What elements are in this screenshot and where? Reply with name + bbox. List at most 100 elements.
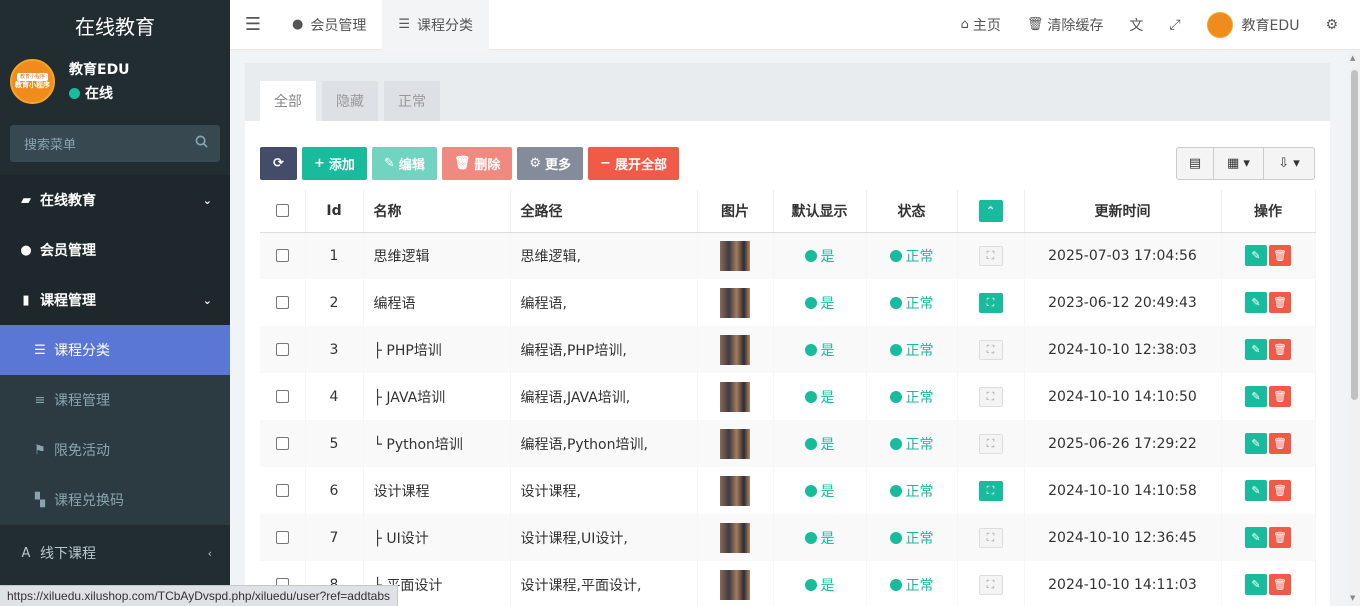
- row-edit-button[interactable]: ✎: [1245, 433, 1267, 454]
- row-delete-button[interactable]: 🗑: [1269, 574, 1291, 595]
- col-updated[interactable]: 更新时间: [1024, 190, 1222, 233]
- category-image[interactable]: [720, 381, 750, 412]
- home-link[interactable]: ⌂ 主页: [948, 0, 1014, 50]
- delete-button[interactable]: 🗑 删除: [441, 147, 513, 180]
- category-image[interactable]: [720, 240, 750, 271]
- cell-default[interactable]: 是: [773, 514, 867, 561]
- sidebar-item-course-mgmt-group[interactable]: ▮ 课程管理 ⌄: [0, 275, 230, 325]
- tab-hidden[interactable]: 隐藏: [322, 81, 378, 121]
- category-image[interactable]: [720, 287, 750, 318]
- select-all-checkbox[interactable]: [275, 204, 289, 218]
- sidebar-item-offline-course[interactable]: A 线下课程 ‹: [0, 525, 230, 581]
- fullscreen-icon[interactable]: ⤢: [1156, 0, 1193, 50]
- cell-status[interactable]: 正常: [866, 514, 958, 561]
- col-name[interactable]: 名称: [363, 190, 511, 233]
- toggle-view-button[interactable]: ▤: [1177, 148, 1214, 179]
- language-icon[interactable]: 文: [1116, 0, 1156, 50]
- category-image[interactable]: [720, 475, 750, 506]
- page-scrollbar[interactable]: ▲ ▼: [1348, 50, 1360, 606]
- row-edit-button[interactable]: ✎: [1245, 386, 1267, 407]
- row-checkbox[interactable]: [275, 484, 289, 497]
- row-checkbox[interactable]: [275, 343, 289, 356]
- edit-button[interactable]: ✎ 编辑: [371, 147, 437, 180]
- settings-icon[interactable]: ⚙: [1312, 0, 1360, 50]
- refresh-button[interactable]: ⟳: [260, 147, 297, 180]
- cell-status[interactable]: 正常: [866, 420, 958, 467]
- cell-default[interactable]: 是: [773, 279, 867, 326]
- col-default[interactable]: 默认显示: [773, 190, 867, 233]
- sitemap-icon[interactable]: ⛶: [978, 292, 1003, 313]
- row-checkbox[interactable]: [275, 249, 289, 263]
- scroll-down-icon[interactable]: ▼: [1350, 594, 1355, 602]
- cell-default[interactable]: 是: [773, 232, 867, 279]
- sitemap-icon[interactable]: ⛶: [978, 386, 1003, 407]
- sitemap-icon[interactable]: ⛶: [978, 480, 1003, 501]
- table-row[interactable]: 3 ├ PHP培训 编程语,PHP培训, 是正常 ⛶ 2024-10-10 12:38:0…: [260, 326, 1316, 373]
- row-delete-button[interactable]: 🗑: [1269, 386, 1291, 407]
- brand-title[interactable]: 在线教育: [0, 0, 230, 50]
- sidebar-item-online-edu[interactable]: ▰ 在线教育 ⌄: [0, 175, 230, 225]
- row-edit-button[interactable]: ✎: [1245, 339, 1267, 360]
- table-row[interactable]: 8└ 平面设计设计课程,平面设计,是正常⛶2024-10-10 14:11:03…: [260, 561, 1316, 606]
- add-button[interactable]: + 添加: [302, 147, 367, 180]
- menu-search-input[interactable]: 搜索菜单: [10, 125, 220, 162]
- cell-status[interactable]: 正常: [866, 279, 958, 326]
- sitemap-icon[interactable]: ⛶: [978, 245, 1003, 266]
- tab-normal[interactable]: 正常: [384, 81, 440, 121]
- collapse-tree-icon[interactable]: ⌃: [978, 199, 1003, 222]
- row-checkbox[interactable]: [275, 390, 289, 403]
- sidebar-item-member-mgmt[interactable]: ● 会员管理: [0, 225, 230, 275]
- sitemap-icon[interactable]: ⛶: [978, 527, 1003, 548]
- scroll-up-icon[interactable]: ▲: [1350, 54, 1355, 62]
- cell-default[interactable]: 是: [773, 467, 867, 514]
- row-checkbox[interactable]: [275, 531, 289, 544]
- cell-status[interactable]: 正常: [866, 467, 958, 514]
- row-edit-button[interactable]: ✎: [1245, 480, 1267, 501]
- scrollbar-thumb[interactable]: [1351, 70, 1358, 400]
- cell-default[interactable]: 是: [773, 561, 867, 606]
- row-checkbox[interactable]: [275, 437, 289, 450]
- row-delete-button[interactable]: 🗑: [1269, 527, 1291, 548]
- row-edit-button[interactable]: ✎: [1245, 292, 1267, 313]
- row-delete-button[interactable]: 🗑: [1269, 480, 1291, 501]
- row-delete-button[interactable]: 🗑: [1269, 292, 1291, 313]
- category-image[interactable]: [720, 334, 750, 365]
- table-row[interactable]: 1 思维逻辑 思维逻辑, 是正常 ⛶ 2025-07-03 17:04:56 ✎ 🗑: [260, 232, 1316, 279]
- clear-cache-button[interactable]: 🗑 清除缓存: [1014, 0, 1117, 50]
- user-menu[interactable]: 教育EDU: [1194, 0, 1313, 50]
- expand-all-button[interactable]: − 展开全部: [588, 147, 679, 180]
- sidebar-item-course-list[interactable]: ≡ 课程管理: [0, 375, 230, 425]
- cell-status[interactable]: 正常: [866, 373, 958, 420]
- sitemap-icon[interactable]: ⛶: [978, 574, 1003, 595]
- row-checkbox[interactable]: [275, 296, 289, 309]
- row-delete-button[interactable]: 🗑: [1269, 433, 1291, 454]
- columns-button[interactable]: ▦ ▾: [1214, 148, 1264, 179]
- category-image[interactable]: [720, 522, 750, 553]
- cell-default[interactable]: 是: [773, 373, 867, 420]
- tab-course-category[interactable]: ☰ 课程分类: [382, 0, 489, 50]
- cell-status[interactable]: 正常: [866, 232, 958, 279]
- sitemap-icon[interactable]: ⛶: [978, 433, 1003, 454]
- category-image[interactable]: [720, 569, 750, 600]
- search-icon[interactable]: [195, 135, 208, 152]
- col-path[interactable]: 全路径: [510, 190, 698, 233]
- row-edit-button[interactable]: ✎: [1245, 574, 1267, 595]
- tab-all[interactable]: 全部: [260, 81, 316, 121]
- row-edit-button[interactable]: ✎: [1245, 245, 1267, 267]
- table-row[interactable]: 4 ├ JAVA培训 编程语,JAVA培训, 是正常 ⛶ 2024-10-10 14:10…: [260, 373, 1316, 420]
- row-delete-button[interactable]: 🗑: [1269, 245, 1291, 267]
- category-image[interactable]: [720, 428, 750, 459]
- col-status[interactable]: 状态: [866, 190, 958, 233]
- cell-status[interactable]: 正常: [866, 326, 958, 373]
- col-id[interactable]: Id: [305, 190, 364, 233]
- cell-default[interactable]: 是: [773, 420, 867, 467]
- sidebar-toggle-icon[interactable]: ☰: [230, 0, 276, 50]
- more-button[interactable]: ⚙ 更多: [517, 147, 584, 180]
- table-row[interactable]: 7 ├ UI设计 设计课程,UI设计, 是正常 ⛶ 2024-10-10 12:36:45…: [260, 514, 1316, 561]
- cell-status[interactable]: 正常: [866, 561, 958, 606]
- table-row[interactable]: 2 编程语 编程语, 是正常 ⛶ 2023-06-12 20:49:43 ✎ 🗑: [260, 279, 1316, 326]
- sidebar-item-free-activity[interactable]: ⚑ 限免活动: [0, 425, 230, 475]
- sidebar-item-redeem-code[interactable]: ▚ 课程兑换码: [0, 475, 230, 525]
- sitemap-icon[interactable]: ⛶: [978, 339, 1003, 360]
- export-button[interactable]: ⇩ ▾: [1264, 148, 1314, 179]
